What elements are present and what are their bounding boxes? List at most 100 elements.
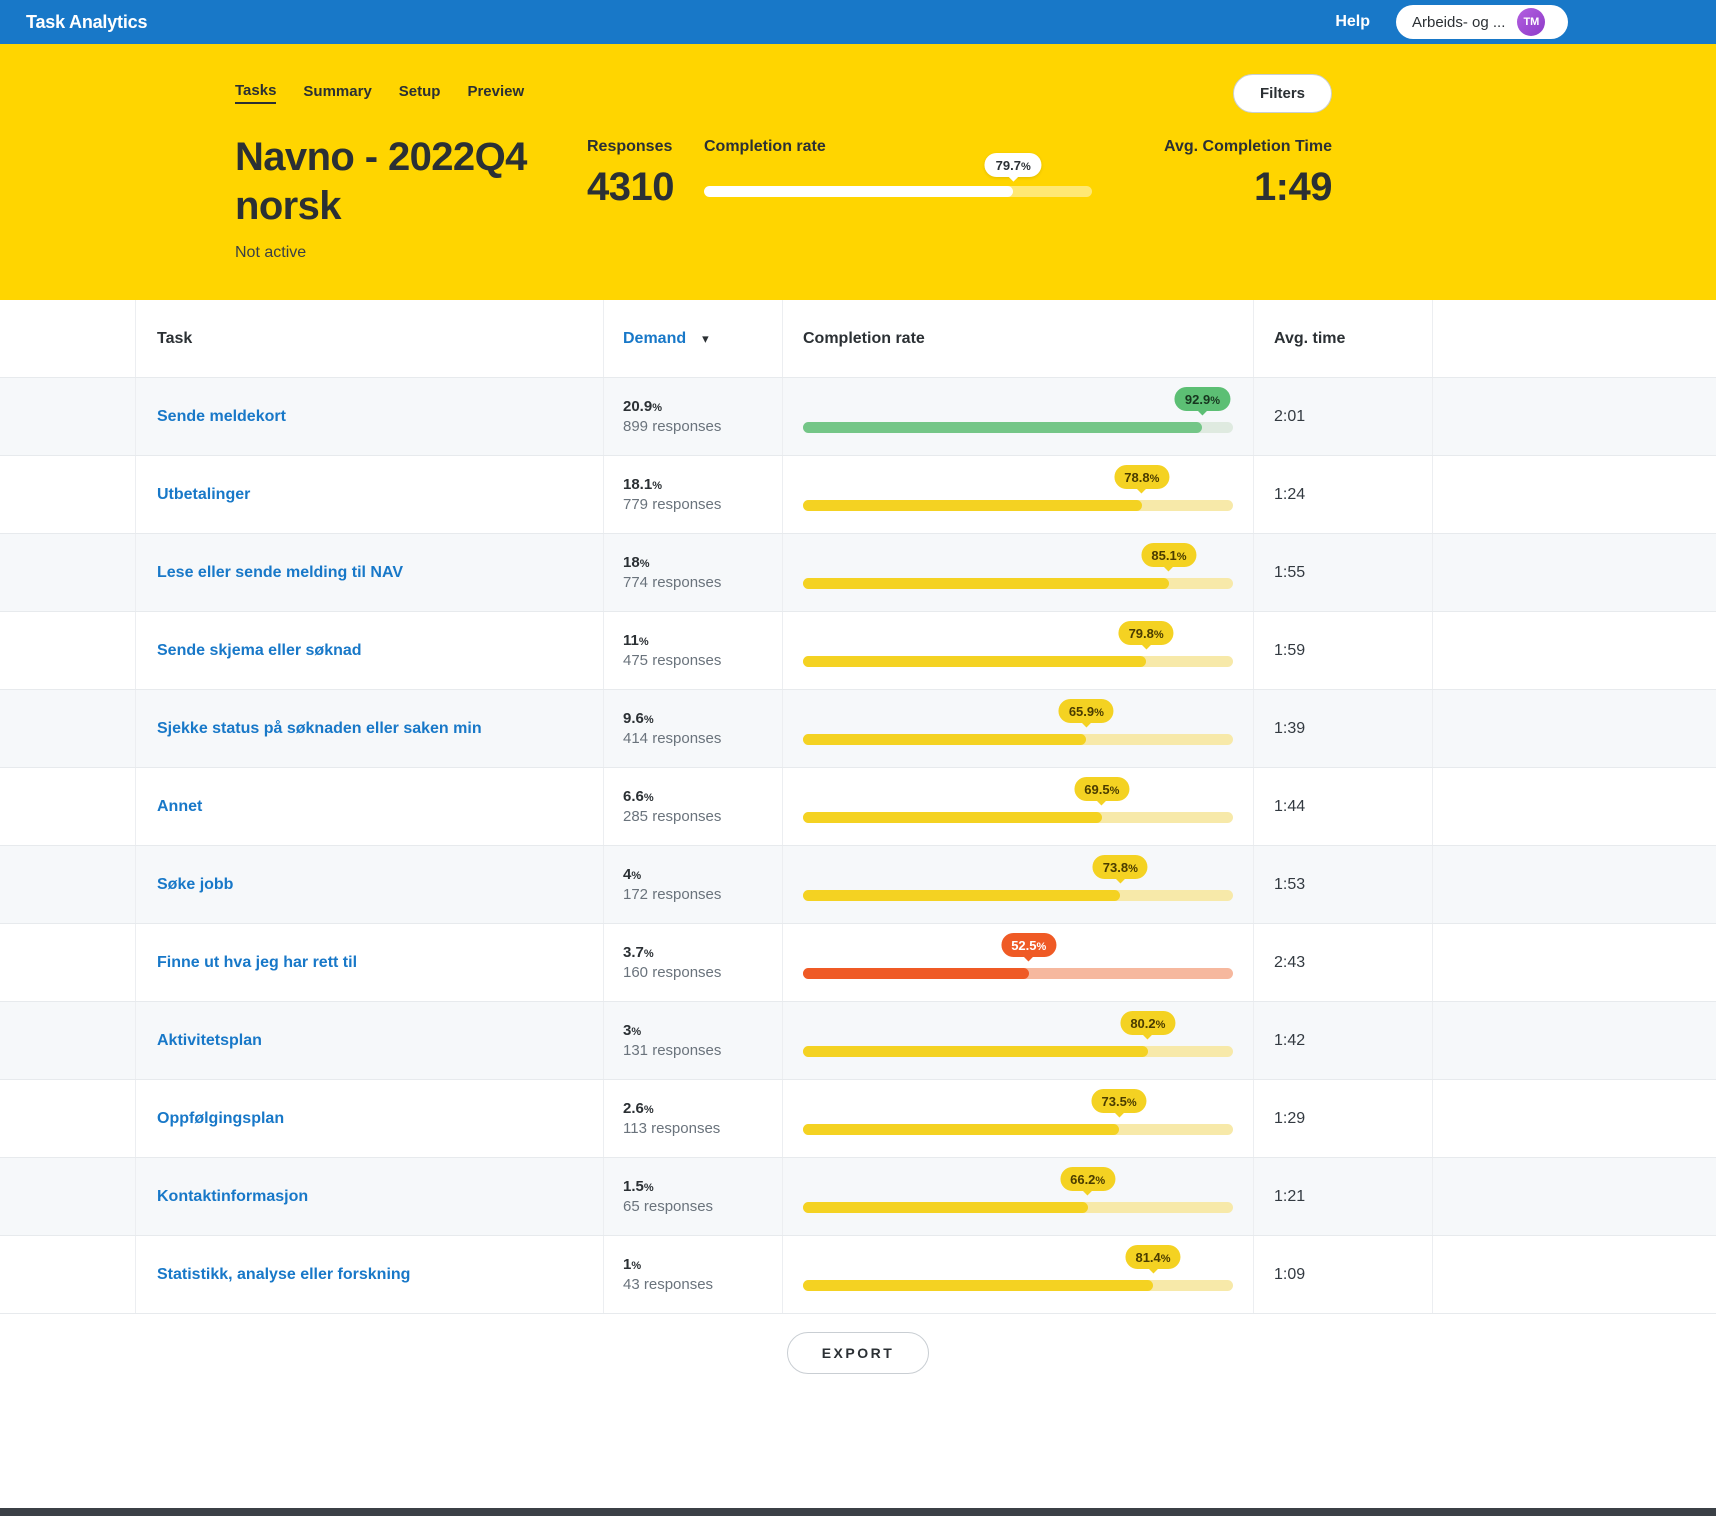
task-link[interactable]: Søke jobb [157,876,233,894]
footer: EXPORT [0,1314,1716,1516]
avg-time-stat: Avg. Completion Time 1:49 [1164,133,1333,210]
task-link[interactable]: Sjekke status på søknaden eller saken mi… [157,720,482,738]
task-table: Task Demand ▾ Completion rate Avg. time … [0,300,1716,1314]
responses-count: 414 responses [623,730,722,747]
responses-count: 172 responses [623,886,722,903]
task-link[interactable]: Sende skjema eller søknad [157,642,362,660]
demand-value: 2.6% [623,1100,654,1117]
completion-bar [803,890,1233,901]
demand-value: 6.6% [623,788,654,805]
table-row: Sende skjema eller søknad 11% 475 respon… [0,612,1716,690]
avg-time-value: 1:42 [1253,1002,1432,1079]
task-link[interactable]: Utbetalinger [157,486,250,504]
header-completion-tooltip: 79.7% [984,153,1042,177]
header-tabs: Tasks Summary Setup Preview [235,74,524,104]
tab-setup[interactable]: Setup [399,83,441,103]
task-link[interactable]: Statistikk, analyse eller forskning [157,1266,410,1284]
table-row: Utbetalinger 18.1% 779 responses 78.8% 1… [0,456,1716,534]
avg-time-value: 1:44 [1253,768,1432,845]
table-row: Oppfølgingsplan 2.6% 113 responses 73.5%… [0,1080,1716,1158]
avg-time-value: 1:59 [1253,612,1432,689]
avg-time-value: 1:29 [1253,1080,1432,1157]
completion-badge: 73.5% [1091,1089,1147,1113]
avg-time-value: 1:53 [1253,846,1432,923]
task-link[interactable]: Finne ut hva jeg har rett til [157,954,357,972]
table-row: Lese eller sende melding til NAV 18% 774… [0,534,1716,612]
completion-bar-fill [803,734,1087,745]
table-row: Statistikk, analyse eller forskning 1% 4… [0,1236,1716,1314]
completion-bar [803,578,1233,589]
completion-bar [803,1046,1233,1057]
task-table-body: Sende meldekort 20.9% 899 responses 92.9… [0,378,1716,1314]
task-link[interactable]: Annet [157,798,202,816]
help-link[interactable]: Help [1335,13,1370,31]
demand-value: 18% [623,554,650,571]
responses-count: 774 responses [623,574,722,591]
completion-bar [803,1124,1233,1135]
table-row: Aktivitetsplan 3% 131 responses 80.2% 1:… [0,1002,1716,1080]
tab-tasks[interactable]: Tasks [235,82,277,104]
demand-value: 11% [623,632,649,649]
chevron-down-icon[interactable]: ▾ [702,332,709,345]
demand-value: 3% [623,1022,642,1039]
completion-bar-fill [803,1202,1088,1213]
completion-bar-fill [803,890,1121,901]
table-header-row: Task Demand ▾ Completion rate Avg. time [0,300,1716,378]
completion-bar-fill [803,812,1102,823]
completion-stat: Completion rate 79.7% [703,133,1092,197]
completion-bar [803,422,1233,433]
demand-value: 20.9% [623,398,662,415]
account-selector[interactable]: Arbeids- og ... TM [1396,5,1568,39]
bottom-edge-strip [0,1508,1716,1516]
demand-value: 3.7% [623,944,654,961]
export-button[interactable]: EXPORT [786,1332,930,1374]
completion-badge: 78.8% [1114,465,1170,489]
table-row: Sende meldekort 20.9% 899 responses 92.9… [0,378,1716,456]
tab-summary[interactable]: Summary [303,83,371,103]
status-text: Not active [235,243,307,261]
column-header-demand[interactable]: Demand [623,330,686,348]
page: Task Analytics Help Arbeids- og ... TM T… [0,0,1716,1516]
completion-bar-fill [803,1124,1120,1135]
completion-bar [803,656,1233,667]
topbar: Task Analytics Help Arbeids- og ... TM [0,0,1716,44]
completion-bar [803,812,1233,823]
header-completion-bar [703,186,1092,197]
avg-time-value: 1:09 [1253,1236,1432,1313]
filters-button[interactable]: Filters [1232,74,1332,113]
account-name: Arbeids- og ... [1412,13,1506,31]
table-row: Sjekke status på søknaden eller saken mi… [0,690,1716,768]
avg-time-value: 1:55 [1253,534,1432,611]
completion-badge: 80.2% [1120,1011,1176,1035]
table-row: Søke jobb 4% 172 responses 73.8% 1:53 [0,846,1716,924]
avg-time-value: 2:43 [1253,924,1432,1001]
avg-time-value: 1:49 [1253,165,1333,209]
table-row: Annet 6.6% 285 responses 69.5% 1:44 [0,768,1716,846]
tab-preview[interactable]: Preview [467,83,524,103]
completion-bar-fill [803,1046,1148,1057]
responses-count: 899 responses [623,418,722,435]
task-link[interactable]: Kontaktinformasjon [157,1188,308,1206]
completion-bar [803,1202,1233,1213]
avg-time-value: 1:24 [1253,456,1432,533]
completion-badge: 92.9% [1174,387,1231,411]
task-link[interactable]: Sende meldekort [157,408,286,426]
task-link[interactable]: Oppfølgingsplan [157,1110,284,1128]
task-link[interactable]: Aktivitetsplan [157,1032,262,1050]
completion-bar-fill [803,578,1169,589]
demand-value: 1.5% [623,1178,654,1195]
brand-logo[interactable]: Task Analytics [26,12,147,33]
survey-header: Tasks Summary Setup Preview Filters Navn… [0,44,1716,300]
responses-count: 160 responses [623,964,722,981]
completion-bar-fill [803,500,1142,511]
task-link[interactable]: Lese eller sende melding til NAV [157,564,403,582]
responses-value: 4310 [587,165,674,209]
completion-bar [803,734,1233,745]
avg-time-value: 2:01 [1253,378,1432,455]
responses-label: Responses [587,138,673,155]
avg-time-value: 1:21 [1253,1158,1432,1235]
header-completion-fill [703,186,1014,197]
column-header-completion: Completion rate [803,329,925,347]
completion-bar-fill [803,422,1203,433]
completion-bar [803,968,1233,979]
